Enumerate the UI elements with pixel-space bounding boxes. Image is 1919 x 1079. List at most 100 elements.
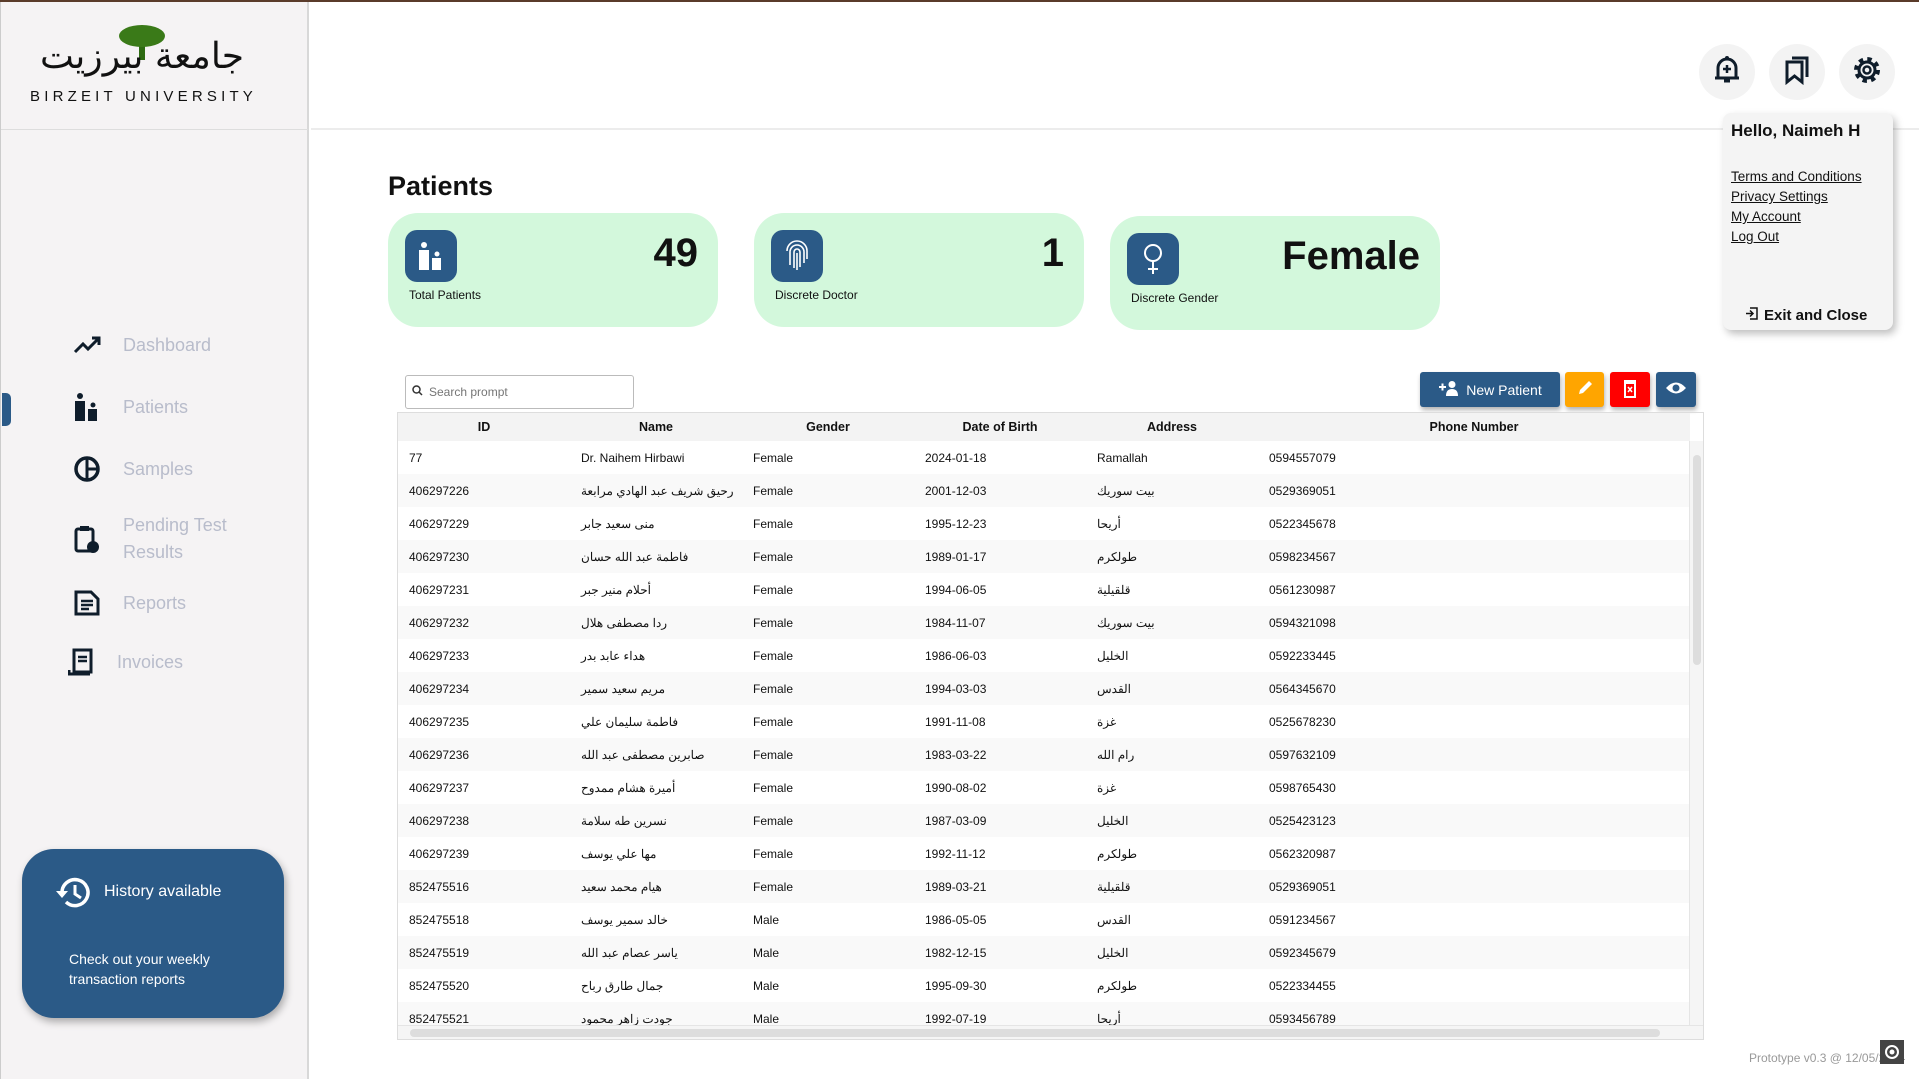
cell-name: فاطمة عبد الله حسان [570, 540, 742, 573]
vertical-scrollbar[interactable] [1689, 441, 1703, 1026]
history-card[interactable]: History available Check out your weekly … [22, 849, 284, 1018]
column-header-name[interactable]: Name [570, 413, 742, 441]
table-row[interactable]: 406297236 صابرين مصطفى عبد الله Female 1983… [398, 738, 1690, 771]
column-header-phone[interactable]: Phone Number [1258, 413, 1690, 441]
cell-id: 406297239 [409, 846, 470, 861]
cell-gender: Female [753, 582, 794, 597]
table-row[interactable]: 852475519 ياسر عصام عبد الله Male 1982-12-1… [398, 936, 1690, 969]
horizontal-scrollbar[interactable] [398, 1025, 1703, 1039]
discrete-doctor-card: 1 Discrete Doctor [754, 213, 1084, 327]
cell-name: مها علي يوسف [581, 846, 657, 861]
table-row[interactable]: 406297235 فاطمة سليمان علي Female 1991-11-0… [398, 705, 1690, 738]
table-row[interactable]: 406297230 فاطمة عبد الله حسان Female 1989-0… [398, 540, 1690, 573]
cell-phone: 0598234567 [1258, 540, 1690, 573]
log-out-link[interactable]: Log Out [1731, 227, 1885, 247]
view-button[interactable] [1656, 372, 1696, 407]
sidebar: جامعة بيرزيت BIRZEIT UNIVERSITY Dashboar… [0, 2, 309, 1079]
table-row[interactable]: 77 Dr. Naihem Hirbawi Female 2024-01-18 Rama… [398, 441, 1690, 474]
cell-dob: 1989-03-21 [914, 870, 1086, 903]
table-row[interactable]: 406297238 نسرين طه سلامة Female 1987-03-09 ا… [398, 804, 1690, 837]
table-row[interactable]: 406297226 رحيق شريف عبد الهادي مرابعة Fema… [398, 474, 1690, 507]
cell-phone: 0597632109 [1258, 738, 1690, 771]
user-menu-popup: Hello, Naimeh H Terms and Conditions Pri… [1723, 113, 1893, 330]
bookmarks-button[interactable] [1769, 44, 1825, 100]
privacy-settings-link[interactable]: Privacy Settings [1731, 187, 1885, 207]
table-row[interactable]: 406297239 مها علي يوسف Female 1992-11-12 طول… [398, 837, 1690, 870]
cell-address: رام الله [1086, 738, 1258, 771]
cell-id: 406297237 [409, 780, 470, 795]
sidebar-item-patients[interactable]: Patients [71, 391, 188, 423]
cell-phone: 0522334455 [1269, 978, 1336, 993]
column-header-gender[interactable]: Gender [742, 413, 914, 441]
cell-name: هيام محمد سعيد [570, 870, 742, 903]
cell-name: صابرين مصطفى عبد الله [570, 738, 742, 771]
cell-name: هداء عابد بدر [581, 648, 646, 663]
family-icon [71, 391, 103, 423]
cell-gender: Female [742, 672, 914, 705]
sidebar-item-invoices[interactable]: Invoices [65, 646, 183, 678]
cell-id: 852475519 [398, 936, 570, 969]
cell-id: 406297238 [398, 804, 570, 837]
sidebar-item-reports[interactable]: Reports [71, 587, 186, 619]
target-icon[interactable] [1880, 1040, 1904, 1064]
delete-button[interactable] [1610, 372, 1650, 407]
table-row[interactable]: 852475520 جمال طارق رباح Male 1995-09-30 طول… [398, 969, 1690, 1002]
cell-name: خالد سمير يوسف [581, 912, 668, 927]
table-row[interactable]: 406297233 هداء عابد بدر Female 1986-06-03 ال… [398, 639, 1690, 672]
cell-dob: 1995-09-30 [925, 978, 987, 993]
cell-address: طولكرم [1097, 978, 1138, 993]
cell-id: 406297234 [398, 672, 570, 705]
cell-gender: Female [742, 540, 914, 573]
cell-id: 406297232 [398, 606, 570, 639]
cell-dob: 1986-05-05 [925, 912, 987, 927]
trending-up-icon [71, 329, 103, 361]
notifications-button[interactable] [1699, 44, 1755, 100]
cell-address: الخليل [1086, 804, 1258, 837]
fingerprint-icon [771, 230, 823, 282]
table-row[interactable]: 406297231 أحلام منير جبر Female 1994-06-05 ق… [398, 573, 1690, 606]
sidebar-item-pending-test-results[interactable]: Pending Test Results [71, 512, 243, 566]
cell-address: طولكرم [1086, 540, 1258, 573]
table-row[interactable]: 852475518 خالد سمير يوسف Male 1986-05-05 الق… [398, 903, 1690, 936]
cell-id: 406297231 [409, 582, 470, 597]
cell-id: 406297230 [398, 540, 570, 573]
cell-address: القدس [1086, 672, 1258, 705]
cell-gender: Female [753, 648, 794, 663]
exit-and-close-button[interactable]: Exit and Close [1745, 307, 1867, 324]
table-row[interactable]: 406297237 أميرة هشام ممدوح Female 1990-08-0… [398, 771, 1690, 804]
column-header-dob[interactable]: Date of Birth [914, 413, 1086, 441]
cell-dob: 1994-06-05 [925, 582, 987, 597]
new-patient-button[interactable]: New Patient [1420, 372, 1560, 407]
cell-phone: 0562320987 [1269, 846, 1336, 861]
cell-gender: Female [753, 846, 794, 861]
sidebar-item-label: Patients [123, 396, 189, 417]
search-box[interactable] [405, 375, 634, 409]
cell-id: 852475518 [409, 912, 470, 927]
search-input[interactable] [429, 385, 619, 399]
cell-address: أريحا [1097, 516, 1121, 531]
cell-dob: 1991-11-08 [925, 714, 986, 729]
cell-gender: Male [753, 912, 780, 927]
terms-link[interactable]: Terms and Conditions [1731, 167, 1885, 187]
history-subtitle: Check out your weekly transaction report… [69, 951, 210, 987]
my-account-link[interactable]: My Account [1731, 207, 1885, 227]
table-row[interactable]: 406297232 ردا مصطفى هلال Female 1984-11-07 ب… [398, 606, 1690, 639]
settings-button[interactable] [1839, 44, 1895, 100]
table-row[interactable]: 406297234 مريم سعيد سمير Female 1994-03-03 ا… [398, 672, 1690, 705]
sidebar-item-samples[interactable]: Samples [71, 453, 193, 485]
cell-name: نسرين طه سلامة [570, 804, 742, 837]
sidebar-item-dashboard[interactable]: Dashboard [71, 329, 211, 361]
cell-gender: Female [742, 738, 914, 771]
edit-button[interactable] [1565, 372, 1604, 407]
table-row[interactable]: 852475516 هيام محمد سعيد Female 1989-03-21 ق… [398, 870, 1690, 903]
cell-dob: 2024-01-18 [925, 450, 987, 465]
cell-id: 852475516 [398, 870, 570, 903]
cell-phone: 0591234567 [1269, 912, 1336, 927]
exit-label: Exit and Close [1764, 307, 1868, 324]
column-header-id[interactable]: ID [398, 413, 570, 441]
table-row[interactable]: 406297229 منى سعيد جابر Female 1995-12-23 أر… [398, 507, 1690, 540]
cell-gender: Female [742, 804, 914, 837]
cell-address: الخليل [1097, 648, 1129, 663]
column-header-address[interactable]: Address [1086, 413, 1258, 441]
cell-gender: Male [742, 936, 914, 969]
